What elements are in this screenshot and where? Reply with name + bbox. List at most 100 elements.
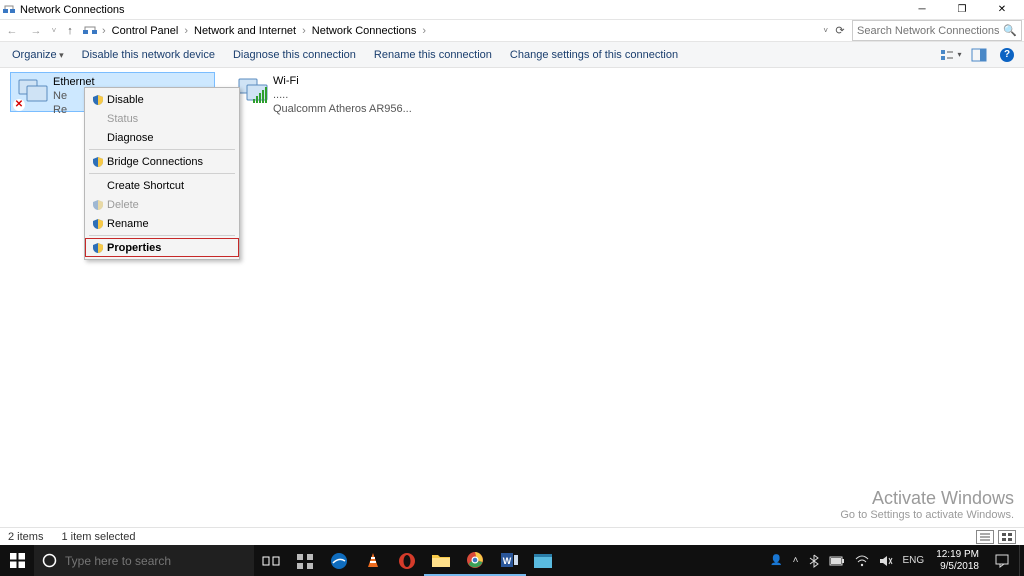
menu-diagnose[interactable]: Diagnose: [85, 128, 239, 147]
connection-name: Wi-Fi: [273, 74, 434, 88]
breadcrumb-separator: ›: [182, 25, 190, 37]
taskbar-vlc[interactable]: [356, 545, 390, 576]
breadcrumb-control-panel[interactable]: Control Panel: [108, 25, 183, 37]
battery-icon[interactable]: [829, 556, 845, 566]
context-menu: Disable Status Diagnose Bridge Connectio…: [84, 87, 240, 260]
activation-watermark: Activate Windows Go to Settings to activ…: [840, 488, 1014, 521]
connection-device: Qualcomm Atheros AR956...: [273, 102, 434, 116]
language-indicator[interactable]: ENG: [903, 555, 925, 566]
cmd-diagnose[interactable]: Diagnose this connection: [227, 47, 362, 63]
connection-wifi[interactable]: Wi-Fi ..... Qualcomm Atheros AR956...: [231, 72, 436, 112]
menu-label: Diagnose: [107, 132, 153, 144]
refresh-button[interactable]: ⟳: [828, 24, 852, 37]
taskbar-word[interactable]: W: [492, 545, 526, 576]
cmd-disable-device[interactable]: Disable this network device: [76, 47, 221, 63]
menu-rename[interactable]: Rename: [85, 214, 239, 233]
error-badge-icon: ✕: [13, 99, 25, 111]
menu-label: Properties: [107, 242, 161, 254]
menu-create-shortcut[interactable]: Create Shortcut: [85, 176, 239, 195]
breadcrumb-separator: ›: [420, 25, 428, 37]
clock-time: 12:19 PM: [936, 549, 979, 561]
menu-separator: [89, 173, 235, 174]
tray-overflow-icon[interactable]: ˄: [793, 555, 799, 566]
maximize-button[interactable]: ❐: [942, 0, 982, 19]
show-desktop-button[interactable]: [1019, 545, 1024, 576]
action-center-button[interactable]: [985, 545, 1019, 576]
shield-icon: [89, 199, 107, 211]
connection-status: .....: [273, 88, 434, 102]
menu-bridge[interactable]: Bridge Connections: [85, 152, 239, 171]
taskbar-opera[interactable]: [390, 545, 424, 576]
taskbar-edge[interactable]: [322, 545, 356, 576]
large-icons-view-button[interactable]: [998, 530, 1016, 544]
svg-text:W: W: [503, 556, 512, 566]
titlebar[interactable]: Network Connections ─ ❐ ✕: [0, 0, 1024, 19]
address-bar: ← → ˅ ↑ › Control Panel › Network and In…: [0, 19, 1024, 42]
taskbar-app[interactable]: [526, 545, 560, 576]
wifi-tray-icon[interactable]: [855, 555, 869, 567]
menu-properties[interactable]: Properties: [85, 238, 239, 257]
up-button[interactable]: ↑: [60, 20, 80, 42]
app-icon: [2, 3, 16, 17]
back-button[interactable]: ←: [0, 20, 24, 42]
clock-date: 9/5/2018: [936, 561, 979, 573]
breadcrumb-separator: ›: [100, 25, 108, 37]
menu-label: Status: [107, 113, 138, 125]
taskbar-explorer[interactable]: [424, 545, 458, 576]
cmd-rename[interactable]: Rename this connection: [368, 47, 498, 63]
search-input[interactable]: [857, 25, 999, 37]
shield-icon: [89, 94, 107, 106]
search-box[interactable]: 🔍: [852, 20, 1022, 41]
bluetooth-icon[interactable]: [809, 554, 819, 568]
cortana-icon: [42, 553, 57, 568]
help-button[interactable]: ?: [996, 45, 1018, 65]
menu-label: Bridge Connections: [107, 156, 203, 168]
breadcrumb-network-internet[interactable]: Network and Internet: [190, 25, 300, 37]
menu-separator: [89, 149, 235, 150]
menu-label: Create Shortcut: [107, 180, 184, 192]
explorer-window: Network Connections ─ ❐ ✕ ← → ˅ ↑ › Cont…: [0, 0, 1024, 545]
details-view-button[interactable]: [976, 530, 994, 544]
system-tray[interactable]: 👤 ˄ ENG: [764, 554, 930, 568]
breadcrumb-network-connections[interactable]: Network Connections: [308, 25, 421, 37]
taskbar-clock[interactable]: 12:19 PM 9/5/2018: [930, 549, 985, 573]
shield-icon: [89, 156, 107, 168]
taskbar: W 👤 ˄ ENG 12:19 PM 9/5/2018: [0, 545, 1024, 576]
shield-icon: [89, 242, 107, 254]
content-area: ✕ Ethernet Ne Re: [0, 68, 1024, 527]
cmd-change-settings[interactable]: Change settings of this connection: [504, 47, 684, 63]
people-icon[interactable]: 👤: [770, 555, 782, 566]
task-view-button[interactable]: [254, 545, 288, 576]
menu-delete: Delete: [85, 195, 239, 214]
watermark-subtitle: Go to Settings to activate Windows.: [840, 509, 1014, 521]
menu-label: Disable: [107, 94, 144, 106]
taskbar-search-input[interactable]: [65, 554, 246, 568]
taskbar-search[interactable]: [34, 545, 254, 576]
forward-button[interactable]: →: [24, 20, 48, 42]
minimize-button[interactable]: ─: [902, 0, 942, 19]
volume-icon[interactable]: [879, 555, 893, 567]
menu-label: Rename: [107, 218, 149, 230]
watermark-title: Activate Windows: [840, 488, 1014, 509]
status-bar: 2 items 1 item selected: [0, 527, 1024, 545]
menu-separator: [89, 235, 235, 236]
taskbar-app[interactable]: [288, 545, 322, 576]
search-icon[interactable]: 🔍: [1003, 24, 1017, 37]
close-button[interactable]: ✕: [982, 0, 1022, 19]
location-icon: [80, 23, 100, 39]
breadcrumb-separator: ›: [300, 25, 308, 37]
view-options-button[interactable]: ▾: [940, 45, 962, 65]
selection-count: 1 item selected: [61, 531, 135, 543]
organize-menu[interactable]: Organize: [6, 47, 70, 63]
ethernet-icon: ✕: [13, 75, 53, 111]
window-title: Network Connections: [20, 4, 125, 16]
start-button[interactable]: [0, 545, 34, 576]
menu-label: Delete: [107, 199, 139, 211]
menu-status: Status: [85, 109, 239, 128]
taskbar-chrome[interactable]: [458, 545, 492, 576]
item-count: 2 items: [8, 531, 43, 543]
preview-pane-button[interactable]: [968, 45, 990, 65]
menu-disable[interactable]: Disable: [85, 90, 239, 109]
command-bar: Organize Disable this network device Dia…: [0, 42, 1024, 68]
recent-dropdown[interactable]: ˅: [48, 20, 60, 42]
